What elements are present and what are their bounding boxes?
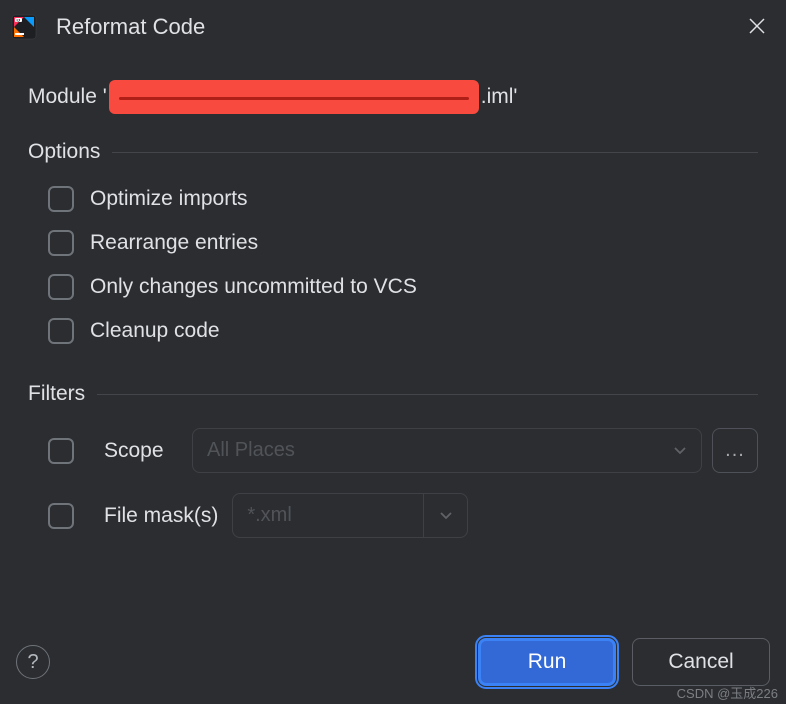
filters-header-label: Filters: [28, 382, 85, 406]
ellipsis-icon: ...: [725, 439, 745, 462]
redacted-module-name: [109, 80, 479, 114]
help-icon: ?: [27, 651, 38, 674]
titlebar: IJ Reformat Code: [0, 0, 786, 54]
only-vcs-label: Only changes uncommitted to VCS: [90, 275, 417, 299]
help-button[interactable]: ?: [16, 645, 50, 679]
close-icon[interactable]: [748, 17, 768, 37]
scope-combo[interactable]: All Places: [192, 428, 702, 473]
cleanup-code-checkbox[interactable]: [48, 318, 74, 344]
divider: [97, 394, 758, 395]
scope-row: Scope All Places ...: [28, 428, 758, 473]
run-button-label: Run: [528, 650, 567, 674]
module-prefix: Module ': [28, 85, 107, 109]
options-header: Options: [28, 140, 758, 164]
dialog-footer: ? Run Cancel: [16, 638, 770, 686]
cleanup-code-row: Cleanup code: [28, 318, 758, 344]
divider: [112, 152, 758, 153]
file-mask-combo[interactable]: *.xml: [232, 493, 468, 538]
only-vcs-checkbox[interactable]: [48, 274, 74, 300]
rearrange-entries-checkbox[interactable]: [48, 230, 74, 256]
scope-checkbox[interactable]: [48, 438, 74, 464]
filters-header: Filters: [28, 382, 758, 406]
scope-browse-button[interactable]: ...: [712, 428, 758, 473]
scope-label: Scope: [104, 439, 178, 463]
options-header-label: Options: [28, 140, 100, 164]
chevron-down-icon: [439, 504, 453, 527]
optimize-imports-label: Optimize imports: [90, 187, 248, 211]
watermark: CSDN @玉成226: [677, 683, 778, 702]
run-button[interactable]: Run: [478, 638, 616, 686]
chevron-down-icon: [673, 439, 687, 462]
file-mask-value: *.xml: [233, 494, 423, 537]
cleanup-code-label: Cleanup code: [90, 319, 220, 343]
file-mask-dropdown[interactable]: [423, 494, 467, 537]
optimize-imports-checkbox[interactable]: [48, 186, 74, 212]
only-vcs-row: Only changes uncommitted to VCS: [28, 274, 758, 300]
dialog-content: Module ' .iml' Options Optimize imports …: [0, 54, 786, 538]
module-suffix: .iml': [481, 85, 518, 109]
scope-combo-value: All Places: [207, 439, 295, 462]
file-mask-row: File mask(s) *.xml: [28, 493, 758, 538]
rearrange-entries-label: Rearrange entries: [90, 231, 258, 255]
module-label: Module ' .iml': [28, 80, 758, 114]
file-mask-label: File mask(s): [104, 504, 218, 528]
file-mask-checkbox[interactable]: [48, 503, 74, 529]
cancel-button[interactable]: Cancel: [632, 638, 770, 686]
dialog-title: Reformat Code: [56, 14, 748, 40]
cancel-button-label: Cancel: [668, 650, 733, 674]
options-group: Optimize imports Rearrange entries Only …: [28, 186, 758, 344]
rearrange-entries-row: Rearrange entries: [28, 230, 758, 256]
app-icon: IJ: [10, 13, 38, 41]
svg-text:IJ: IJ: [17, 18, 20, 23]
optimize-imports-row: Optimize imports: [28, 186, 758, 212]
